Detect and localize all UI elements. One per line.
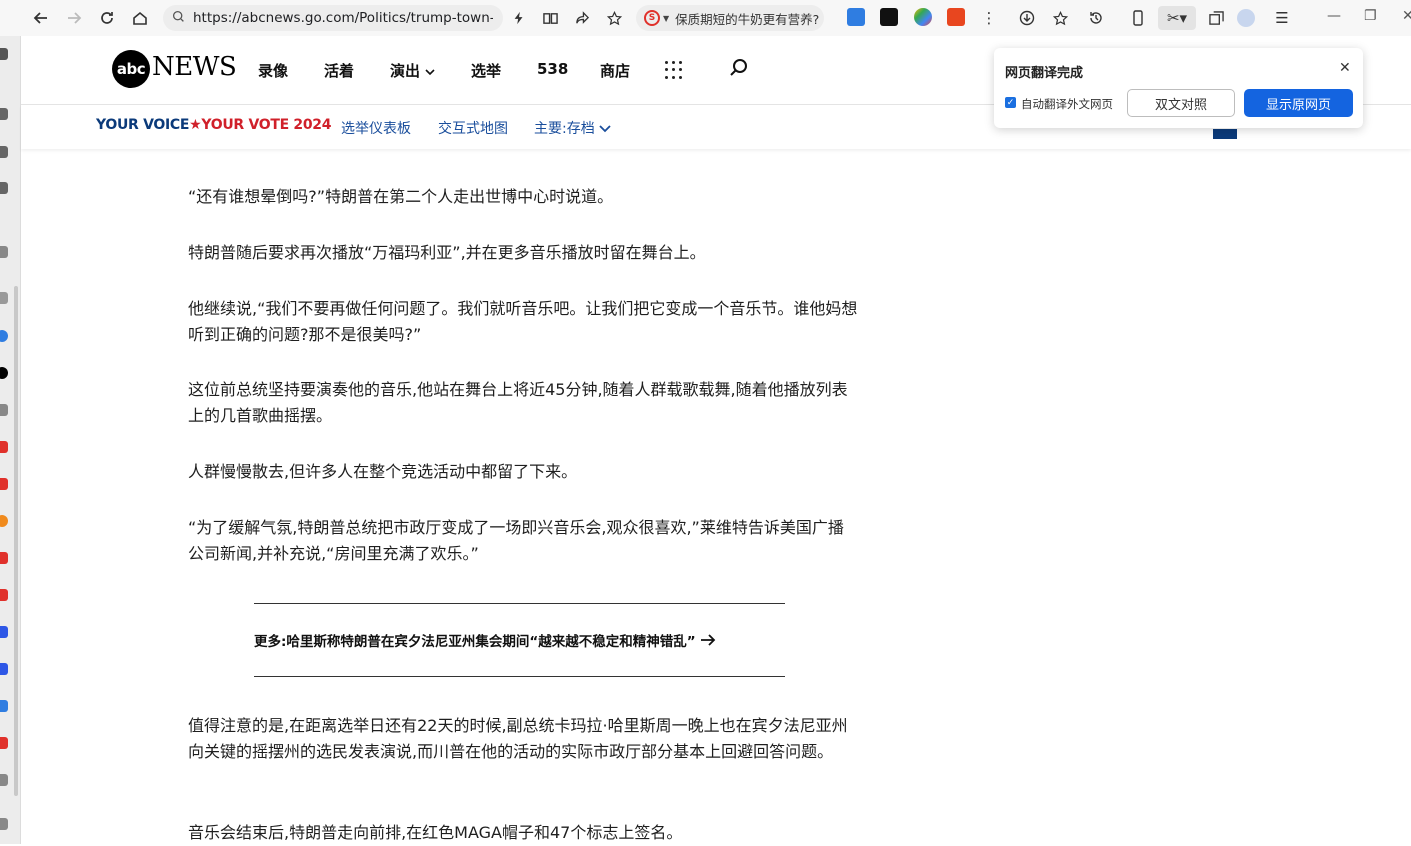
reload-icon[interactable] <box>95 6 119 30</box>
sidebar-doc-icon[interactable] <box>0 404 8 416</box>
more-vertical-icon[interactable]: ⋮ <box>977 6 1001 30</box>
star-icon[interactable] <box>602 6 626 30</box>
reader-icon[interactable] <box>538 6 562 30</box>
bilingual-button[interactable]: 双文对照 <box>1127 89 1235 117</box>
your-voice-your-vote-logo[interactable]: YOUR VOICE★YOUR VOTE 2024 <box>96 117 331 133</box>
sidebar-baidu-icon-2[interactable] <box>0 663 8 675</box>
subnav-map[interactable]: 交互式地图 <box>438 118 508 138</box>
favorites-icon[interactable] <box>1048 6 1072 30</box>
gemini-extension-icon[interactable] <box>914 8 932 26</box>
sidebar-app-icon-2[interactable] <box>0 589 8 601</box>
sidebar-abc-icon[interactable] <box>0 367 8 379</box>
nav-shop[interactable]: 商店 <box>600 60 630 81</box>
stock-extension-icon[interactable] <box>880 8 898 26</box>
article-paragraph: 这位前总统坚持要演奏他的音乐,他站在舞台上将近45分钟,随着人群载歌载舞,随着他… <box>188 380 848 425</box>
sidebar-chat-icon-2[interactable] <box>0 700 8 712</box>
sidebar-apps-icon[interactable] <box>0 182 8 194</box>
lock-icon <box>172 10 185 26</box>
chevron-down-icon <box>599 125 611 133</box>
mobile-icon[interactable] <box>1126 6 1150 30</box>
translate-popup-title: 网页翻译完成 <box>1005 66 1084 81</box>
search-engine-icon[interactable]: S <box>644 10 660 26</box>
history-icon[interactable] <box>1084 6 1108 30</box>
star-icon: ★ <box>189 117 202 133</box>
article-paragraph: 值得注意的是,在距离选举日还有22天的时候,副总统卡玛拉·哈里斯周一晚上也在宾夕… <box>188 716 848 761</box>
more-link-label: 更多:哈里斯称特朗普在宾夕法尼亚州集会期间“越来越不稳定和精神错乱” <box>254 634 696 650</box>
lightning-icon[interactable] <box>507 6 531 30</box>
subnav-dashboard[interactable]: 选举仪表板 <box>341 118 411 138</box>
nav-shows-label: 演出 <box>390 62 421 80</box>
apps-grid-icon[interactable] <box>665 61 683 79</box>
sidebar-camera-icon[interactable] <box>0 818 8 830</box>
subnav-archive[interactable]: 主要:存档 <box>534 118 611 138</box>
article-paragraph: “还有谁想晕倒吗?”特朗普在第二个人走出世博中心时说道。 <box>188 187 614 206</box>
sidebar-pdf-icon[interactable] <box>0 441 8 453</box>
sidebar-chat-icon[interactable] <box>0 330 8 342</box>
search-icon[interactable] <box>729 58 749 82</box>
translate-extension-icon[interactable] <box>847 8 865 26</box>
arrow-right-icon <box>701 634 716 646</box>
more-link-box: 更多:哈里斯称特朗普在宾夕法尼亚州集会期间“越来越不稳定和精神错乱” <box>254 603 785 677</box>
pdf-extension-icon[interactable] <box>947 8 965 26</box>
share-icon[interactable] <box>570 6 594 30</box>
minimize-icon[interactable]: — <box>1327 8 1341 24</box>
subnav-archive-label: 主要:存档 <box>534 121 595 137</box>
browser-toolbar: https://abcnews.go.com/Politics/trump-to… <box>0 0 1411 36</box>
article-paragraph: 音乐会结束后,特朗普走向前排,在红色MAGA帽子和47个标志上签名。 <box>188 823 683 842</box>
sidebar-app-icon[interactable] <box>0 552 8 564</box>
close-window-icon[interactable]: ✕ <box>1402 8 1411 24</box>
sidebar-pdf-icon-3[interactable] <box>0 737 8 749</box>
chevron-down-icon <box>425 69 435 76</box>
menu-icon[interactable]: ☰ <box>1270 6 1294 30</box>
abc-logo[interactable]: abc <box>112 50 150 88</box>
news-logo-text[interactable]: NEWS <box>152 52 237 82</box>
article-paragraph: 人群慢慢散去,但许多人在整个竞选活动中都留了下来。 <box>188 462 578 481</box>
forward-icon[interactable] <box>62 6 86 30</box>
search-suggestion-text: 保质期短的牛奶更有营养? <box>675 11 820 27</box>
browser-left-sidebar <box>0 36 21 844</box>
translate-popup: 网页翻译完成 ✕ ✓ 自动翻译外文网页 双文对照 显示原网页 <box>994 48 1363 128</box>
screenshot-scissors-icon[interactable]: ✂▾ <box>1158 6 1196 30</box>
sidebar-baidu-icon[interactable] <box>0 626 8 638</box>
nav-538[interactable]: 538 <box>537 60 568 78</box>
sidebar-pdf-icon-2[interactable] <box>0 478 8 490</box>
sidebar-scrollbar[interactable] <box>14 286 18 796</box>
back-icon[interactable] <box>29 6 53 30</box>
more-link[interactable]: 更多:哈里斯称特朗普在宾夕法尼亚州集会期间“越来越不稳定和精神错乱” <box>254 630 716 650</box>
restore-icon[interactable]: ❐ <box>1364 8 1377 24</box>
article-paragraph: 特朗普随后要求再次播放“万福玛利亚”,并在更多音乐播放时留在舞台上。 <box>188 243 706 262</box>
nav-live[interactable]: 活着 <box>324 60 354 81</box>
article-paragraph: 他继续说,“我们不要再做任何问题了。我们就听音乐吧。让我们把它变成一个音乐节。谁… <box>188 299 858 344</box>
sidebar-settings-icon[interactable] <box>0 246 8 258</box>
sidebar-doc-icon-2[interactable] <box>0 774 8 786</box>
nav-elections[interactable]: 选举 <box>471 60 501 81</box>
sidebar-sogou-icon[interactable] <box>0 515 8 527</box>
sidebar-add-icon[interactable] <box>0 292 8 304</box>
avatar[interactable] <box>1234 6 1258 30</box>
nav-video[interactable]: 录像 <box>258 60 288 81</box>
tabs-icon[interactable] <box>1204 6 1228 30</box>
auto-translate-label[interactable]: 自动翻译外文网页 <box>1021 96 1113 112</box>
auto-translate-checkbox[interactable]: ✓ <box>1005 97 1016 108</box>
search-suggestion-box[interactable]: S ▼ 保质期短的牛奶更有营养? <box>636 5 824 31</box>
url-text: https://abcnews.go.com/Politics/trump-to… <box>193 10 493 26</box>
close-icon[interactable]: ✕ <box>1339 60 1351 76</box>
show-original-button[interactable]: 显示原网页 <box>1244 89 1353 117</box>
chevron-down-icon[interactable]: ▼ <box>663 14 669 23</box>
article-paragraph: “为了缓解气氛,特朗普总统把市政厅变成了一场即兴音乐会,观众很喜欢,”莱维特告诉… <box>188 518 844 563</box>
address-bar[interactable]: https://abcnews.go.com/Politics/trump-to… <box>163 5 503 31</box>
your-vote-text: YOUR VOTE 2024 <box>201 117 332 133</box>
sidebar-star-icon[interactable] <box>0 108 8 120</box>
home-icon[interactable] <box>128 6 152 30</box>
download-icon[interactable] <box>1015 6 1039 30</box>
sidebar-panel-icon[interactable] <box>0 48 8 60</box>
your-voice-text: YOUR VOICE <box>96 117 190 133</box>
nav-shows[interactable]: 演出 <box>390 60 435 81</box>
sidebar-folder-icon[interactable] <box>0 146 8 158</box>
